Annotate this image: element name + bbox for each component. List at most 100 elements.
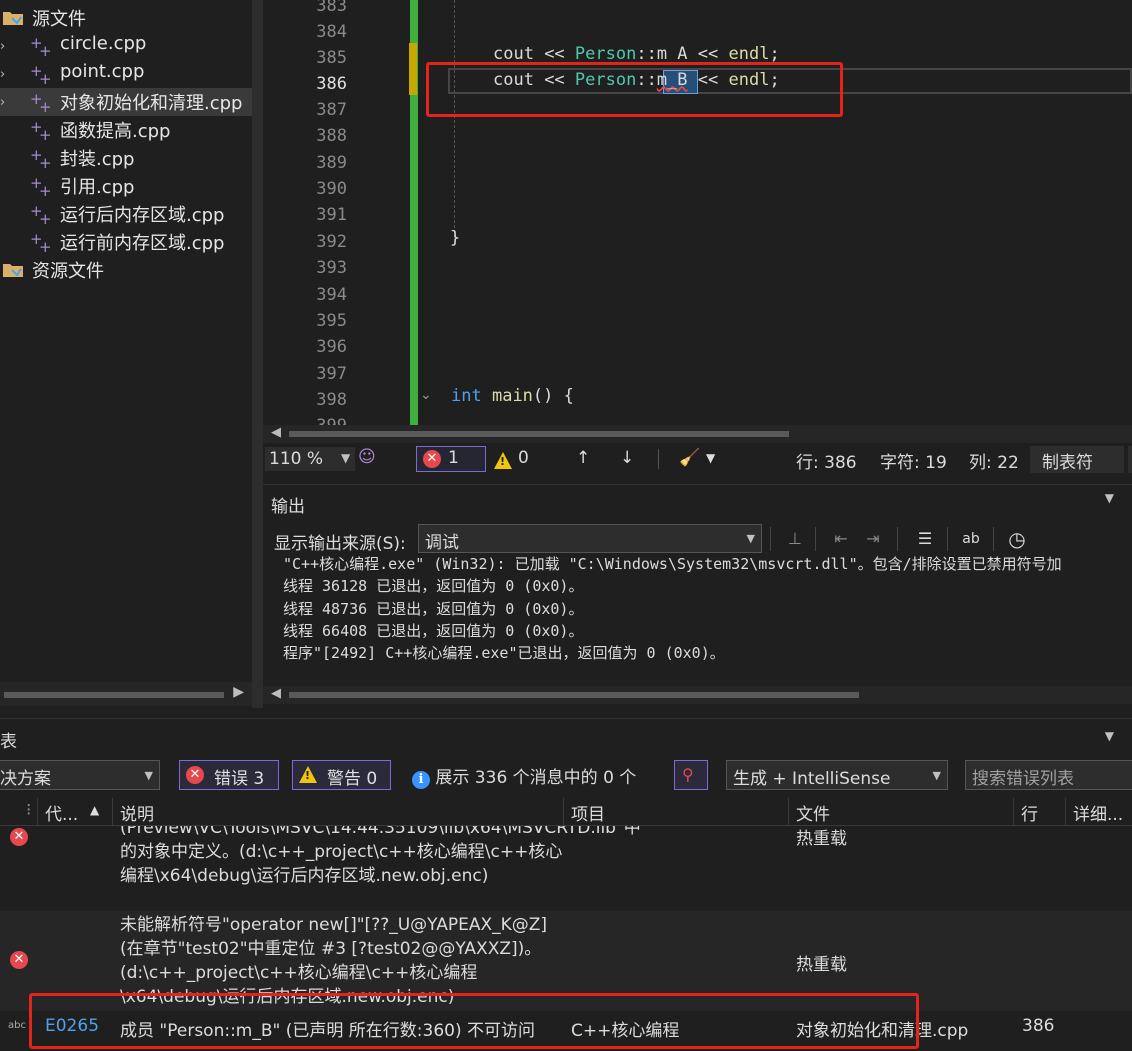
tree-file-encapsulation[interactable]: + + 封装.cpp bbox=[0, 144, 252, 172]
indent-mode-button[interactable]: 制表符 bbox=[1030, 446, 1124, 473]
scroll-right-icon[interactable]: ▶ bbox=[233, 684, 244, 700]
output-line: 程序"[2492] C++核心编程.exe"已退出，返回值为 0 (0x0)。 bbox=[283, 644, 725, 662]
error-file: 热重载 bbox=[796, 955, 847, 975]
scrollbar-thumb[interactable] bbox=[289, 692, 859, 698]
word-wrap-icon[interactable]: ab bbox=[957, 525, 985, 553]
line-number: 390 bbox=[316, 179, 347, 199]
code-line-385[interactable]: cout << Person::m_A << endl; bbox=[493, 44, 780, 64]
chevron-right-icon[interactable]: › bbox=[0, 39, 10, 54]
error-icon: ✕ bbox=[10, 828, 28, 846]
search-errors-input[interactable]: 搜索错误列表 bbox=[965, 760, 1132, 790]
line-number: 396 bbox=[316, 337, 347, 357]
panel-splitter[interactable] bbox=[252, 0, 263, 708]
cleanup-brush-icon[interactable]: 🧹 bbox=[679, 448, 700, 468]
code-token: () { bbox=[532, 386, 574, 406]
chevron-down-icon[interactable]: ▼ bbox=[1105, 729, 1114, 743]
line-number: 399 bbox=[263, 416, 347, 425]
editor-scrollbar[interactable]: ◀ bbox=[263, 425, 1132, 443]
error-description: (Preview\VC\Tools\MSVC\14.44.35109\lib\x… bbox=[120, 826, 641, 886]
toolbar-divider bbox=[770, 527, 771, 551]
tree-file-function[interactable]: + + 函数提高.cpp bbox=[0, 116, 252, 144]
warning-icon: ! bbox=[299, 766, 317, 788]
sort-ascending-icon[interactable]: ▲ bbox=[90, 803, 99, 817]
tree-folder-resources[interactable]: 资源文件 bbox=[0, 256, 252, 284]
zoom-select[interactable]: 110 % ▼ bbox=[265, 447, 355, 471]
column-divider bbox=[112, 798, 113, 826]
filter-toggle-button[interactable]: ⚲ bbox=[674, 760, 708, 790]
next-message-icon[interactable]: ⇥ bbox=[859, 525, 887, 553]
column-divider bbox=[563, 798, 564, 826]
warning-icon[interactable]: ! bbox=[494, 452, 512, 474]
error-row[interactable]: ✕ (Preview\VC\Tools\MSVC\14.44.35109\lib… bbox=[0, 826, 1132, 908]
column-header-description[interactable]: 说明 bbox=[120, 800, 154, 825]
column-header-code[interactable]: 代... bbox=[45, 800, 78, 825]
tree-file-runtime-memory[interactable]: + + 运行后内存区域.cpp bbox=[0, 200, 252, 228]
arrow-up-icon[interactable]: ↑ bbox=[576, 448, 590, 468]
chevron-down-icon[interactable]: ▼ bbox=[1105, 491, 1114, 505]
chevron-right-icon[interactable]: › bbox=[0, 67, 10, 82]
chevron-down-icon: ▼ bbox=[932, 769, 941, 782]
output-pane: 输出 ▼ 显示输出来源(S): 调试 ▼ ⊥ ⇤ ⇥ ☰ ab ◷ "C++核心… bbox=[263, 484, 1132, 708]
chevron-down-icon: ▼ bbox=[341, 451, 351, 465]
output-source-select[interactable]: 调试 ▼ bbox=[418, 524, 762, 553]
warning-count[interactable]: 0 bbox=[518, 448, 529, 468]
line-number: 398 bbox=[316, 390, 347, 410]
column-header-line[interactable]: 行 bbox=[1021, 800, 1038, 825]
column-divider bbox=[788, 798, 789, 826]
copilot-icon[interactable]: ☺ bbox=[358, 447, 376, 467]
code-line-398[interactable]: int main() { bbox=[451, 386, 574, 406]
scrollbar-thumb[interactable] bbox=[4, 692, 224, 698]
code-token: main bbox=[491, 386, 533, 406]
chevron-down-icon: ▼ bbox=[746, 532, 755, 545]
filter-column-icon[interactable]: ⁝ bbox=[26, 800, 31, 820]
error-count-button[interactable]: ✕ 1 bbox=[416, 446, 486, 472]
solution-explorer-scrollbar[interactable]: ▶ bbox=[0, 682, 252, 706]
cursor-col: 列: 22 bbox=[969, 453, 1019, 473]
cpp-file-icon: + + bbox=[30, 118, 52, 144]
build-source-select[interactable]: 生成 + IntelliSense ▼ bbox=[726, 760, 948, 790]
line-number: 385 bbox=[316, 48, 347, 68]
code-line-392[interactable]: } bbox=[450, 228, 460, 248]
arrow-down-icon[interactable]: ↓ bbox=[620, 448, 634, 468]
tree-file-reference[interactable]: + + 引用.cpp bbox=[0, 172, 252, 200]
chevron-right-icon[interactable]: › bbox=[0, 95, 10, 110]
info-icon: i bbox=[412, 771, 430, 789]
messages-filter-button[interactable]: i 展示 336 个消息中的 0 个 bbox=[412, 763, 636, 789]
cursor-line: 行: 386 bbox=[796, 453, 857, 473]
previous-message-icon[interactable]: ⇤ bbox=[827, 525, 855, 553]
tree-file-preruntime-memory[interactable]: + + 运行前内存区域.cpp bbox=[0, 228, 252, 256]
tree-file-object-init[interactable]: › + + 对象初始化和清理.cpp bbox=[0, 88, 252, 116]
tree-file-circle[interactable]: › + + circle.cpp bbox=[0, 32, 252, 60]
fold-chevron-icon[interactable]: ⌄ bbox=[420, 387, 432, 403]
errors-filter-button[interactable]: ✕ 错误 3 bbox=[179, 760, 279, 790]
scope-select[interactable]: 决方案 ▼ bbox=[0, 760, 160, 790]
scroll-left-icon[interactable]: ◀ bbox=[271, 425, 281, 440]
cursor-char: 字符: 19 bbox=[880, 453, 947, 473]
column-header-detail[interactable]: 详细... bbox=[1073, 800, 1123, 825]
code-token: ; bbox=[769, 44, 780, 64]
column-header-file[interactable]: 文件 bbox=[796, 800, 830, 825]
output-scrollbar[interactable]: ◀ bbox=[263, 686, 1132, 704]
code-token: int bbox=[451, 386, 482, 406]
line-ending-button[interactable] bbox=[1128, 446, 1132, 473]
line-number: 393 bbox=[316, 258, 347, 278]
cpp-file-icon: + + bbox=[30, 90, 52, 116]
column-header-project[interactable]: 项目 bbox=[571, 800, 605, 825]
toolbar-divider bbox=[897, 527, 898, 551]
line-number: 394 bbox=[316, 285, 347, 305]
scroll-left-icon[interactable]: ◀ bbox=[271, 686, 281, 701]
code-token: Person bbox=[574, 44, 637, 64]
scrollbar-thumb[interactable] bbox=[289, 431, 789, 437]
find-message-icon[interactable]: ⊥ bbox=[781, 525, 809, 553]
warnings-filter-button[interactable]: ! 警告 0 bbox=[292, 760, 391, 790]
cpp-file-icon: + + bbox=[30, 230, 52, 256]
chevron-down-icon[interactable]: ▼ bbox=[706, 451, 715, 465]
tree-file-label: 运行后内存区域.cpp bbox=[60, 205, 225, 226]
tree-file-point[interactable]: › + + point.cpp bbox=[0, 60, 252, 88]
tree-folder-source[interactable]: 源文件 bbox=[0, 4, 252, 32]
clear-all-icon[interactable]: ☰ bbox=[911, 525, 939, 553]
cpp-file-icon: + + bbox=[30, 146, 52, 172]
tree-file-label: 运行前内存区域.cpp bbox=[60, 233, 225, 254]
annotation-highlight-box bbox=[29, 993, 919, 1049]
timestamp-clock-icon[interactable]: ◷ bbox=[1003, 525, 1031, 553]
